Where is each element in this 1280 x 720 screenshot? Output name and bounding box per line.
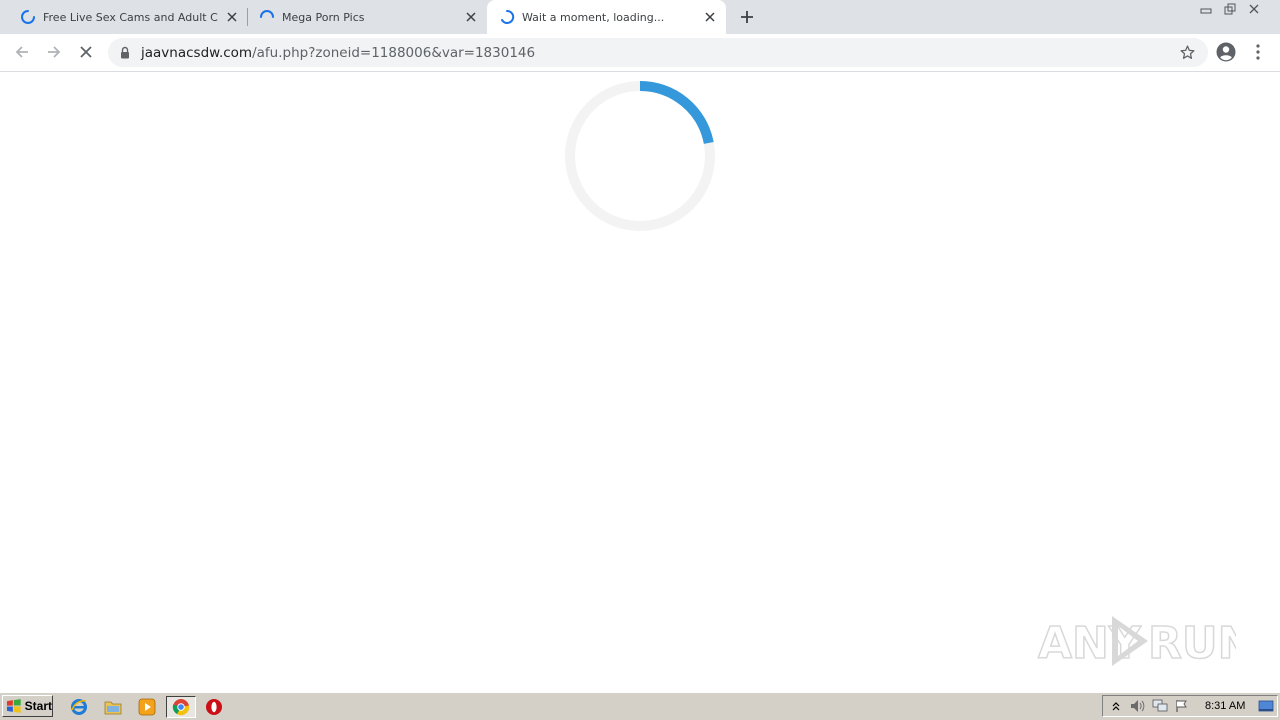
start-label: Start <box>24 699 52 713</box>
url-host: jaavnacsdw.com <box>141 44 253 61</box>
loading-spinner-icon <box>501 9 515 24</box>
close-icon <box>1249 4 1259 13</box>
windows-logo-icon <box>6 699 21 713</box>
page-content: ANY RUN <box>0 72 1280 692</box>
anyrun-watermark: ANY RUN <box>1036 608 1255 674</box>
media-player-icon <box>138 698 156 716</box>
desktop-icon <box>1258 700 1274 712</box>
tab-mega-porn-pics[interactable]: Mega Porn Pics <box>239 0 487 34</box>
arrow-left-icon <box>15 46 28 58</box>
watermark-text-left: ANY <box>1038 618 1142 669</box>
taskbar-chrome[interactable] <box>166 696 196 718</box>
network-icon <box>1152 699 1168 712</box>
close-icon <box>80 46 92 58</box>
tab-title: Free Live Sex Cams and Adult Chat · <box>43 10 218 24</box>
chevron-up-icon <box>1112 702 1120 711</box>
stop-loading-button[interactable] <box>74 40 98 64</box>
internet-explorer-icon <box>71 699 87 715</box>
chrome-icon <box>172 699 190 716</box>
flag-icon <box>1176 700 1187 712</box>
speaker-icon <box>1131 700 1145 712</box>
forward-button[interactable] <box>42 40 66 64</box>
back-button[interactable] <box>10 40 34 64</box>
show-desktop-button[interactable] <box>1257 698 1275 714</box>
new-tab-button[interactable] <box>736 6 758 28</box>
loading-spinner <box>565 81 715 231</box>
tab-free-live-cams[interactable]: Free Live Sex Cams and Adult Chat · <box>0 0 248 34</box>
plus-icon <box>741 11 753 23</box>
arrow-right-icon <box>48 46 61 58</box>
tab-title: Mega Porn Pics <box>282 10 365 24</box>
more-vert-icon <box>1256 44 1260 60</box>
watermark-text-right: RUN <box>1148 618 1236 669</box>
close-window-button[interactable] <box>1242 0 1266 17</box>
tab-title: Wait a moment, loading... <box>522 10 665 24</box>
lock-icon[interactable] <box>120 46 132 60</box>
windows-taskbar: Start 8:31 AM <box>0 692 1280 720</box>
file-explorer-icon <box>104 701 122 715</box>
volume-tray-button[interactable] <box>1129 698 1147 714</box>
opera-icon <box>206 699 222 715</box>
taskbar-opera[interactable] <box>203 696 225 718</box>
network-tray-button[interactable] <box>1151 698 1169 714</box>
close-tab-icon[interactable] <box>463 9 479 25</box>
browser-toolbar: jaavnacsdw.com/afu.php?zoneid=1188006&va… <box>0 34 1280 72</box>
close-tab-icon[interactable] <box>224 9 240 25</box>
star-icon[interactable] <box>1179 44 1196 61</box>
taskbar-file-explorer[interactable] <box>102 696 124 718</box>
browser-menu-button[interactable] <box>1246 40 1270 64</box>
address-bar[interactable]: jaavnacsdw.com/afu.php?zoneid=1188006&va… <box>108 38 1208 67</box>
notification-area: 8:31 AM <box>1102 695 1278 717</box>
minimize-button[interactable] <box>1194 0 1218 17</box>
minimize-icon <box>1200 8 1212 13</box>
loading-spinner-icon <box>21 10 35 24</box>
taskbar-clock[interactable]: 8:31 AM <box>1205 700 1245 712</box>
tab-wait-loading[interactable]: Wait a moment, loading... <box>487 0 726 34</box>
close-tab-icon[interactable] <box>702 9 718 25</box>
show-hidden-icons-button[interactable] <box>1107 698 1125 714</box>
restore-icon <box>1224 3 1236 14</box>
restore-button[interactable] <box>1218 0 1242 17</box>
taskbar-media-player[interactable] <box>136 696 158 718</box>
window-controls <box>1194 0 1266 18</box>
loading-spinner-icon <box>260 10 274 18</box>
account-circle-icon <box>1216 42 1236 62</box>
url-text[interactable]: jaavnacsdw.com/afu.php?zoneid=1188006&va… <box>141 45 535 61</box>
url-path: /afu.php?zoneid=1188006&var=1830146 <box>252 44 536 61</box>
start-button[interactable]: Start <box>2 695 53 717</box>
profile-button[interactable] <box>1214 40 1238 64</box>
action-center-tray-button[interactable] <box>1173 698 1191 714</box>
taskbar-internet-explorer[interactable] <box>68 696 90 718</box>
tab-strip: Free Live Sex Cams and Adult Chat · Mega… <box>0 0 1280 34</box>
